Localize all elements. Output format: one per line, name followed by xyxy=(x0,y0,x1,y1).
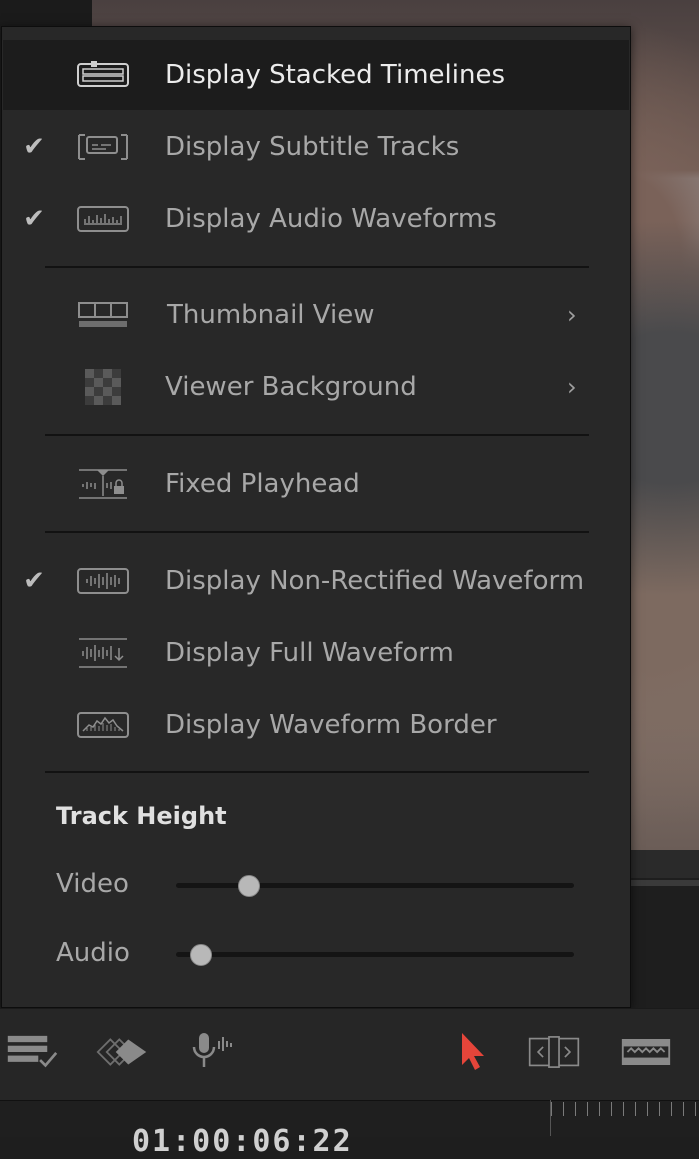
full-waveform-icon xyxy=(75,636,131,670)
menu-item-label: Display Subtitle Tracks xyxy=(165,132,460,162)
timeline-ruler[interactable] xyxy=(550,1100,699,1136)
menu-item-label: Viewer Background xyxy=(165,372,417,402)
menu-item-label: Display Full Waveform xyxy=(165,638,454,668)
menu-item-label: Display Waveform Border xyxy=(165,710,497,740)
menu-item-display-full-waveform[interactable]: Display Full Waveform xyxy=(3,618,629,688)
menu-item-label: Display Audio Waveforms xyxy=(165,204,497,234)
checkmark-icon: ✔ xyxy=(23,566,45,596)
menu-item-fixed-playhead[interactable]: Fixed Playhead xyxy=(3,449,629,519)
viewer-scrub-bar[interactable] xyxy=(630,850,699,878)
menu-item-label: Fixed Playhead xyxy=(165,469,360,499)
chevron-right-icon: › xyxy=(567,373,577,401)
chevron-right-icon: › xyxy=(567,301,577,329)
video-height-slider[interactable] xyxy=(176,875,574,897)
menu-item-display-subtitle-tracks[interactable]: ✔ Display Subtitle Tracks xyxy=(3,112,629,182)
menu-item-display-stacked-timelines[interactable]: Display Stacked Timelines xyxy=(3,40,629,110)
audio-height-label: Audio xyxy=(56,938,130,968)
non-rectified-waveform-icon xyxy=(75,564,131,598)
menu-separator xyxy=(45,434,589,436)
menu-separator xyxy=(45,531,589,533)
menu-separator xyxy=(45,266,589,268)
audio-waveforms-icon xyxy=(75,202,131,236)
snapping-icon[interactable] xyxy=(96,1031,148,1073)
menu-item-display-waveform-border[interactable]: Display Waveform Border xyxy=(3,690,629,760)
thumbnail-view-icon xyxy=(75,298,131,332)
menu-item-label: Display Stacked Timelines xyxy=(165,60,506,90)
viewer-background-icon xyxy=(75,369,131,405)
checkmark-icon: ✔ xyxy=(23,204,45,234)
stacked-timelines-icon xyxy=(75,58,131,92)
menu-item-display-non-rectified-waveform[interactable]: ✔ Display Non-Rectified Waveform xyxy=(3,546,629,616)
timeline-view-options-menu: Display Stacked Timelines ✔ Display Subt… xyxy=(1,26,631,1008)
menu-item-label: Display Non-Rectified Waveform xyxy=(165,566,585,596)
trim-edit-icon[interactable] xyxy=(528,1031,580,1073)
waveform-border-icon xyxy=(75,708,131,742)
track-height-title: Track Height xyxy=(56,802,227,830)
timeline-view-options-icon[interactable] xyxy=(6,1031,58,1073)
video-height-label: Video xyxy=(56,869,129,899)
audio-height-slider[interactable] xyxy=(176,944,574,966)
menu-item-viewer-background[interactable]: Viewer Background › xyxy=(3,352,629,422)
voiceover-mic-icon[interactable] xyxy=(184,1031,236,1073)
selection-pointer-icon[interactable] xyxy=(440,1031,492,1073)
menu-item-label: Thumbnail View xyxy=(167,300,375,330)
audio-height-slider-knob[interactable] xyxy=(189,944,212,966)
blade-edit-icon[interactable] xyxy=(620,1031,672,1073)
menu-item-display-audio-waveforms[interactable]: ✔ Display Audio Waveforms xyxy=(3,184,629,254)
video-height-slider-knob[interactable] xyxy=(237,875,260,897)
menu-item-thumbnail-view[interactable]: Thumbnail View › xyxy=(3,280,629,350)
subtitle-tracks-icon xyxy=(75,130,131,164)
timecode-display: 01:00:06:22 xyxy=(132,1124,353,1159)
viewer-divider xyxy=(630,880,699,886)
timeline-toolbar xyxy=(0,1008,699,1101)
checkmark-icon: ✔ xyxy=(23,132,45,162)
menu-separator xyxy=(45,771,589,773)
fixed-playhead-icon xyxy=(75,467,131,501)
